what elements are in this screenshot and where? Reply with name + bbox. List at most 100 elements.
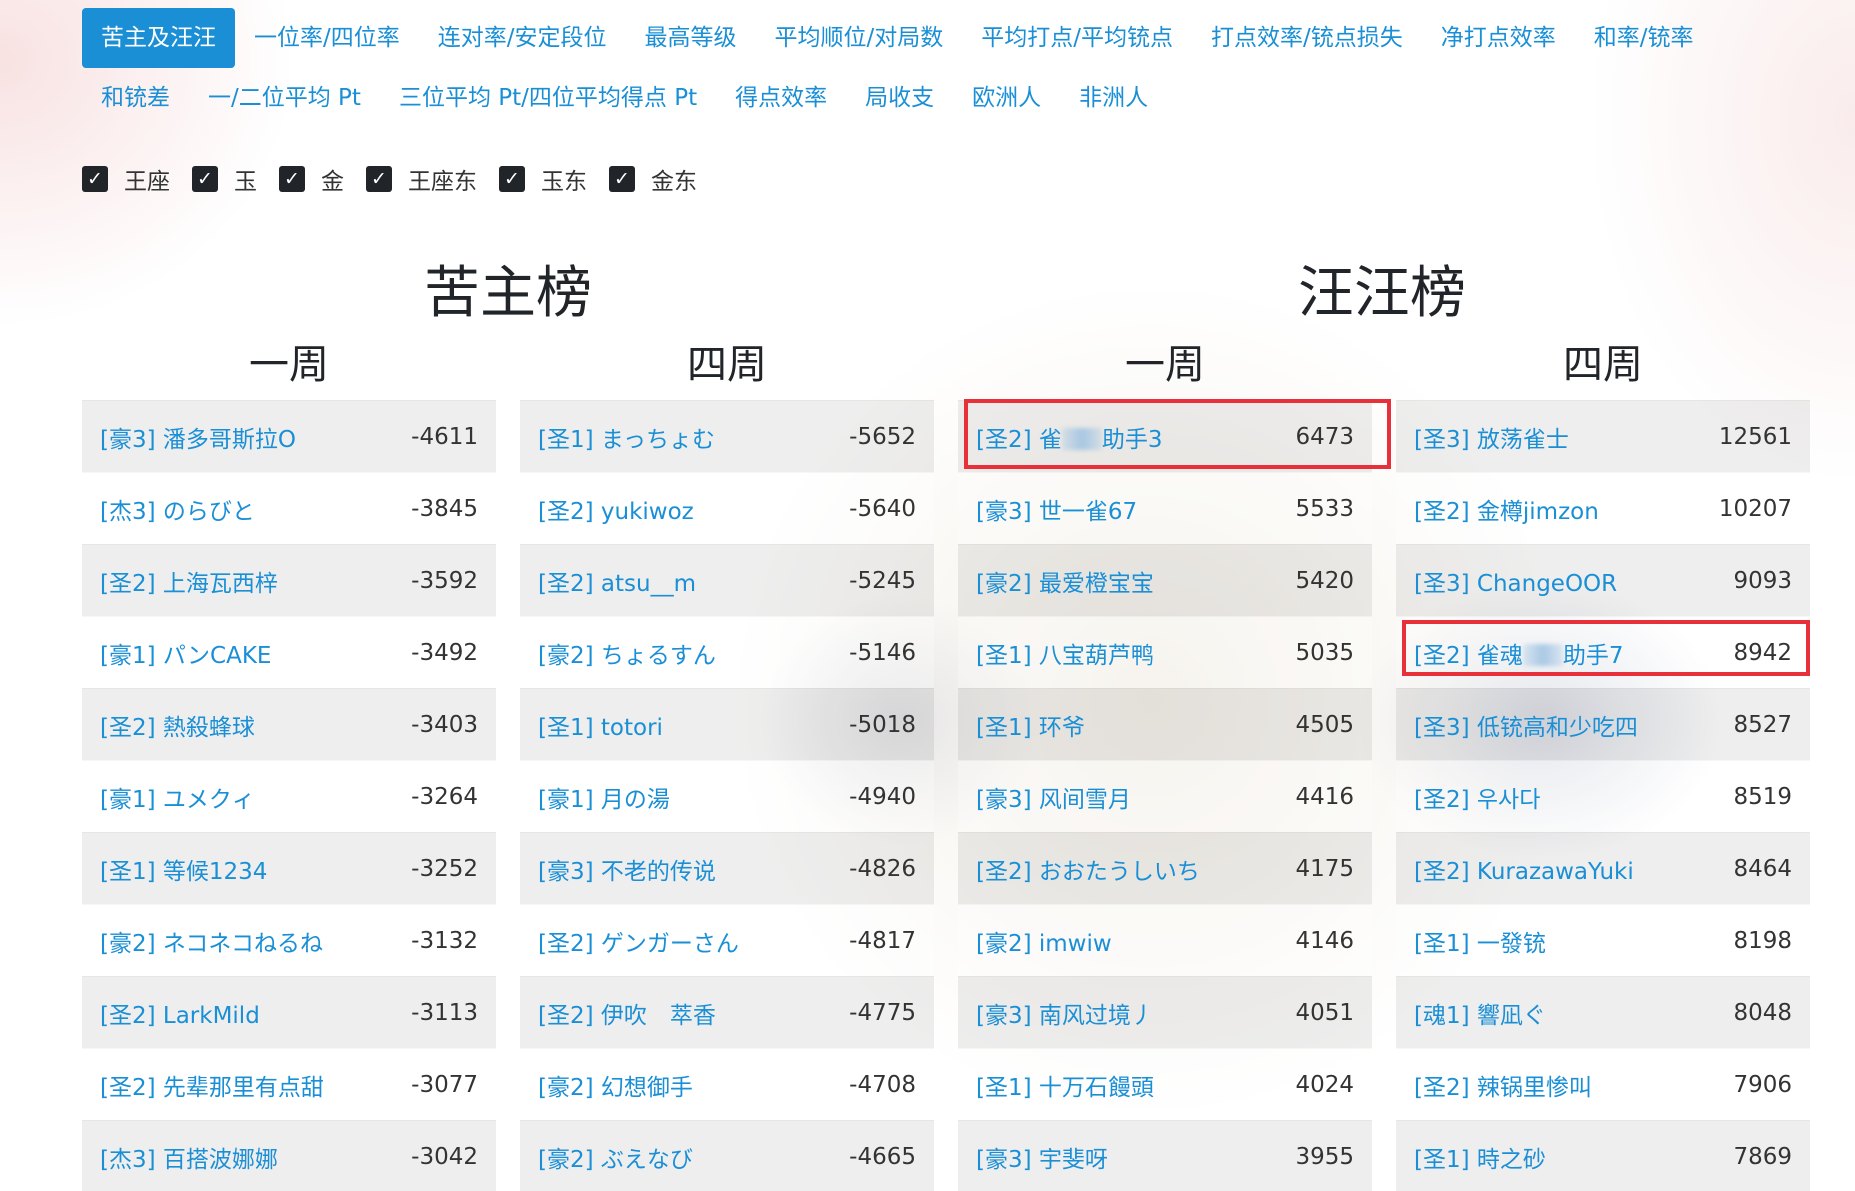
player-link[interactable]: [圣1] 等候1234 xyxy=(100,852,267,886)
player-link[interactable]: [豪3] 世一雀67 xyxy=(976,492,1137,526)
player-link[interactable]: [圣2] 金樽jimzon xyxy=(1414,492,1599,526)
player-link[interactable]: [豪3] 南风过境丿 xyxy=(976,996,1154,1030)
player-link[interactable]: [圣1] まっちょむ xyxy=(538,420,715,454)
player-link[interactable]: [圣2] 辣锅里惨叫 xyxy=(1414,1068,1592,1102)
score-value: -3845 xyxy=(411,495,478,522)
player-link[interactable]: [圣2] yukiwoz xyxy=(538,492,694,526)
rank-row: [圣3] 放荡雀士 12561 xyxy=(1396,400,1810,472)
score-value: 4175 xyxy=(1295,855,1354,882)
filter-0[interactable]: ✓ 王座 xyxy=(82,162,170,196)
stat-tabs: 苦主及汪汪 一位率/四位率 连对率/安定段位 最高等级 平均顺位/对局数 平均打点/平均铳… xyxy=(82,8,1782,128)
player-link[interactable]: [杰3] のらびと xyxy=(100,492,255,526)
filter-3[interactable]: ✓ 王座东 xyxy=(366,162,477,196)
tab-3[interactable]: 最高等级 xyxy=(626,8,756,68)
player-link[interactable]: [圣2] LarkMild xyxy=(100,996,260,1030)
player-link[interactable]: [豪1] 月の湯 xyxy=(538,780,670,814)
page: 苦主及汪汪 一位率/四位率 连对率/安定段位 最高等级 平均顺位/对局数 平均打点/平均铳… xyxy=(0,0,1855,1191)
player-link[interactable]: [圣3] 放荡雀士 xyxy=(1414,420,1569,454)
rank-row: [圣2] LarkMild -3113 xyxy=(82,976,496,1048)
score-value: 8942 xyxy=(1733,639,1792,666)
player-link[interactable]: [豪2] 最爱橙宝宝 xyxy=(976,564,1154,598)
tab-1[interactable]: 一位率/四位率 xyxy=(235,8,419,68)
tab-6[interactable]: 打点效率/铳点损失 xyxy=(1192,8,1422,68)
player-link[interactable]: [豪3] 潘多哥斯拉O xyxy=(100,420,296,454)
player-link[interactable]: [圣1] 一發铳 xyxy=(1414,924,1546,958)
checkbox-checked-icon[interactable]: ✓ xyxy=(192,166,218,192)
player-link[interactable]: [圣1] 八宝葫芦鸭 xyxy=(976,636,1154,670)
filter-label: 金东 xyxy=(651,169,697,195)
tab-9[interactable]: 和铳差 xyxy=(82,68,189,128)
filter-1[interactable]: ✓ 玉 xyxy=(192,162,257,196)
tab-14[interactable]: 欧洲人 xyxy=(953,68,1060,128)
checkbox-checked-icon[interactable]: ✓ xyxy=(499,166,525,192)
player-link[interactable]: [圣2] 上海瓦西梓 xyxy=(100,564,278,598)
tab-11[interactable]: 三位平均 Pt/四位平均得点 Pt xyxy=(380,68,716,128)
player-link[interactable]: [圣1] 环爷 xyxy=(976,708,1085,742)
player-link[interactable]: [豪1] パンCAKE xyxy=(100,636,271,670)
player-link[interactable]: [圣1] 十万石饅頭 xyxy=(976,1068,1154,1102)
player-link[interactable]: [圣2] 伊吹 萃香 xyxy=(538,996,716,1030)
tab-7[interactable]: 净打点效率 xyxy=(1422,8,1575,68)
player-link[interactable]: [圣3] 低铳高和少吃四 xyxy=(1414,708,1638,742)
player-link[interactable]: [圣3] ChangeOOR xyxy=(1414,564,1617,598)
filter-2[interactable]: ✓ 金 xyxy=(279,162,344,196)
rank-row: [圣1] まっちょむ -5652 xyxy=(520,400,934,472)
player-link[interactable]: [圣2] 雀 助手3 xyxy=(976,420,1163,454)
tab-5[interactable]: 平均打点/平均铳点 xyxy=(962,8,1192,68)
player-link[interactable]: [豪2] ネコネコねるね xyxy=(100,924,323,958)
player-link[interactable]: [圣2] KurazawaYuki xyxy=(1414,852,1634,886)
player-link[interactable]: [豪3] 不老的传说 xyxy=(538,852,716,886)
player-link[interactable]: [圣1] 時之砂 xyxy=(1414,1140,1546,1174)
player-link[interactable]: [圣2] 雀魂 助手7 xyxy=(1414,636,1624,670)
player-link[interactable]: [豪2] 幻想御手 xyxy=(538,1068,693,1102)
player-link[interactable]: [圣2] おおたうしいち xyxy=(976,852,1200,886)
score-value: -3132 xyxy=(411,927,478,954)
rank-row: [豪2] ちょるすん -5146 xyxy=(520,616,934,688)
rank-row: [圣2] 우사다 8519 xyxy=(1396,760,1810,832)
player-link[interactable]: [豪3] 风间雪月 xyxy=(976,780,1131,814)
score-value: -3252 xyxy=(411,855,478,882)
kuzhu-week1-list: [豪3] 潘多哥斯拉O -4611 [杰3] のらびと -3845 [圣2] 上海瓦西梓… xyxy=(82,400,496,1191)
player-link[interactable]: [圣2] 熱殺蜂球 xyxy=(100,708,255,742)
score-value: 7906 xyxy=(1733,1071,1792,1098)
score-value: 9093 xyxy=(1733,567,1792,594)
player-link[interactable]: [圣2] 先辈那里有点甜 xyxy=(100,1068,324,1102)
filter-label: 玉东 xyxy=(541,169,587,195)
player-link[interactable]: [魂1] 響凪ぐ xyxy=(1414,996,1546,1030)
wangwang-week4-title: 四周 xyxy=(1563,342,1643,388)
tab-15[interactable]: 非洲人 xyxy=(1060,68,1167,128)
rank-row: [豪2] imwiw 4146 xyxy=(958,904,1372,976)
filter-5[interactable]: ✓ 金东 xyxy=(609,162,697,196)
checkbox-checked-icon[interactable]: ✓ xyxy=(366,166,392,192)
player-link[interactable]: [豪2] ぶえなび xyxy=(538,1140,693,1174)
score-value: -5652 xyxy=(849,423,916,450)
tab-10[interactable]: 一/二位平均 Pt xyxy=(189,68,380,128)
wangwang-week4-list: [圣3] 放荡雀士 12561 [圣2] 金樽jimzon 10207 [圣3] Cha… xyxy=(1396,400,1810,1191)
score-value: 5420 xyxy=(1295,567,1354,594)
player-link[interactable]: [圣1] totori xyxy=(538,708,663,742)
rank-row: [圣2] ゲンガーさん -4817 xyxy=(520,904,934,976)
tab-12[interactable]: 得点效率 xyxy=(716,68,846,128)
player-link[interactable]: [豪1] ユメクィ xyxy=(100,780,255,814)
score-value: -5146 xyxy=(849,639,916,666)
player-link[interactable]: [杰3] 百搭波娜娜 xyxy=(100,1140,278,1174)
player-link[interactable]: [豪3] 宇斐呀 xyxy=(976,1140,1108,1174)
tab-2[interactable]: 连对率/安定段位 xyxy=(419,8,626,68)
tab-0[interactable]: 苦主及汪汪 xyxy=(82,8,235,68)
score-value: 12561 xyxy=(1718,423,1792,450)
score-value: -3403 xyxy=(411,711,478,738)
player-link[interactable]: [豪2] ちょるすん xyxy=(538,636,716,670)
checkbox-checked-icon[interactable]: ✓ xyxy=(82,166,108,192)
player-link[interactable]: [圣2] atsu__m xyxy=(538,564,696,598)
checkbox-checked-icon[interactable]: ✓ xyxy=(279,166,305,192)
rank-row: [圣2] 先辈那里有点甜 -3077 xyxy=(82,1048,496,1120)
tab-4[interactable]: 平均顺位/对局数 xyxy=(756,8,963,68)
filter-4[interactable]: ✓ 玉东 xyxy=(499,162,587,196)
rank-row: [豪3] 不老的传说 -4826 xyxy=(520,832,934,904)
player-link[interactable]: [圣2] ゲンガーさん xyxy=(538,924,739,958)
tab-13[interactable]: 局收支 xyxy=(846,68,953,128)
checkbox-checked-icon[interactable]: ✓ xyxy=(609,166,635,192)
player-link[interactable]: [豪2] imwiw xyxy=(976,924,1112,958)
tab-8[interactable]: 和率/铳率 xyxy=(1575,8,1713,68)
player-link[interactable]: [圣2] 우사다 xyxy=(1414,780,1540,814)
